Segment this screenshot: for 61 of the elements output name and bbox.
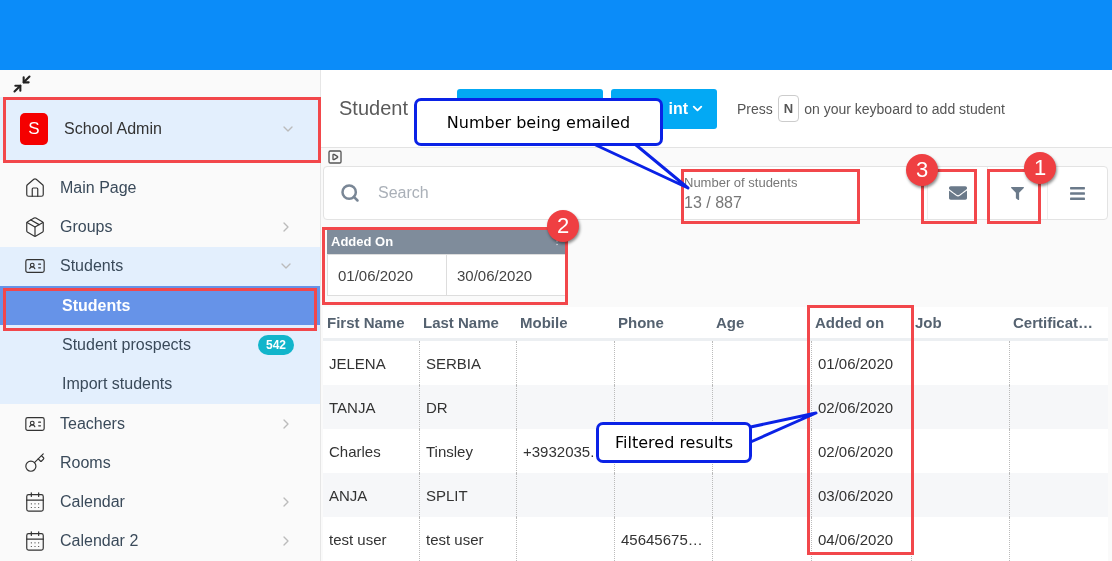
step-marker-tooltip: 3 xyxy=(906,154,938,186)
sidebar-item[interactable]: Rooms xyxy=(0,443,320,483)
table-cell: ANJA xyxy=(329,486,368,504)
column-header[interactable]: First Name xyxy=(323,307,419,338)
table-cell: test user xyxy=(426,530,484,548)
sidebar-subitem[interactable]: Import students xyxy=(0,364,320,404)
table-cell: 02/06/2020 xyxy=(818,398,894,416)
sidebar-item[interactable]: Students xyxy=(0,246,320,287)
column-header[interactable]: Mobile xyxy=(516,307,614,338)
account-name: School Admin xyxy=(64,119,163,138)
table-cell: 45645675… xyxy=(621,530,703,548)
filter-title: Added On xyxy=(331,233,394,249)
step-marker-tooltip: 1 xyxy=(1024,152,1056,184)
table-cell: DR xyxy=(426,398,448,416)
table-cell: Charles xyxy=(329,442,381,460)
count-badge: 542 xyxy=(257,335,294,355)
column-header[interactable]: Phone xyxy=(614,307,712,338)
table-cell: 03/06/2020 xyxy=(818,486,894,504)
box-icon xyxy=(24,216,46,239)
table-cell: 01/06/2020 xyxy=(818,354,894,372)
table-cell: SERBIA xyxy=(426,354,482,372)
table-cell: SPLIT xyxy=(426,486,468,504)
column-header[interactable]: Job xyxy=(911,307,1009,338)
filter-icon xyxy=(1011,186,1024,200)
table-cell: test user xyxy=(329,530,387,548)
sidebar-item[interactable]: Teachers xyxy=(0,403,320,444)
sidebar-item[interactable]: Main Page xyxy=(0,168,320,208)
count-value: 13 / 887 xyxy=(684,193,743,212)
table-cell: TANJA xyxy=(329,398,376,416)
sidebar-item[interactable]: Groups xyxy=(0,207,320,247)
table-cell: JELENA xyxy=(329,354,386,372)
column-header[interactable]: Added on xyxy=(811,307,911,338)
account-switcher[interactable]: S School Admin xyxy=(0,97,320,161)
play-icon[interactable] xyxy=(327,149,343,166)
search-field[interactable]: Search xyxy=(376,183,580,204)
table-cell: +3932035. xyxy=(523,442,595,460)
column-header[interactable]: Age xyxy=(712,307,811,338)
key-icon xyxy=(24,451,46,474)
table-cell: 02/06/2020 xyxy=(818,442,894,460)
calendar-icon xyxy=(24,530,46,553)
hint-text: on your keyboard to add student xyxy=(804,100,1005,117)
date-field[interactable]: 30/06/2020 xyxy=(447,255,566,296)
collapse-icon[interactable] xyxy=(12,73,32,94)
column-header[interactable]: Certificat… xyxy=(1009,307,1109,338)
home-icon xyxy=(24,176,46,199)
table-cell: Tinsley xyxy=(426,442,473,460)
key-cap: N xyxy=(777,95,800,122)
sidebar-item[interactable]: Calendar 2 xyxy=(0,521,320,561)
column-header[interactable]: Last Name xyxy=(419,307,516,338)
search-icon xyxy=(340,183,360,204)
date-field[interactable]: 01/06/2020 xyxy=(328,255,447,296)
hint-text: Press xyxy=(737,100,773,117)
account-avatar: S xyxy=(20,112,48,145)
page-title: Student xyxy=(339,97,409,120)
menu-icon xyxy=(1069,184,1086,202)
sidebar-subitem[interactable]: Student prospects 542 xyxy=(0,325,320,365)
table-cell: 04/06/2020 xyxy=(818,530,894,548)
count-label: Number of students xyxy=(684,174,799,190)
calendar-icon xyxy=(24,491,46,514)
sidebar-item[interactable]: Calendar xyxy=(0,482,320,522)
mail-icon xyxy=(948,184,967,203)
